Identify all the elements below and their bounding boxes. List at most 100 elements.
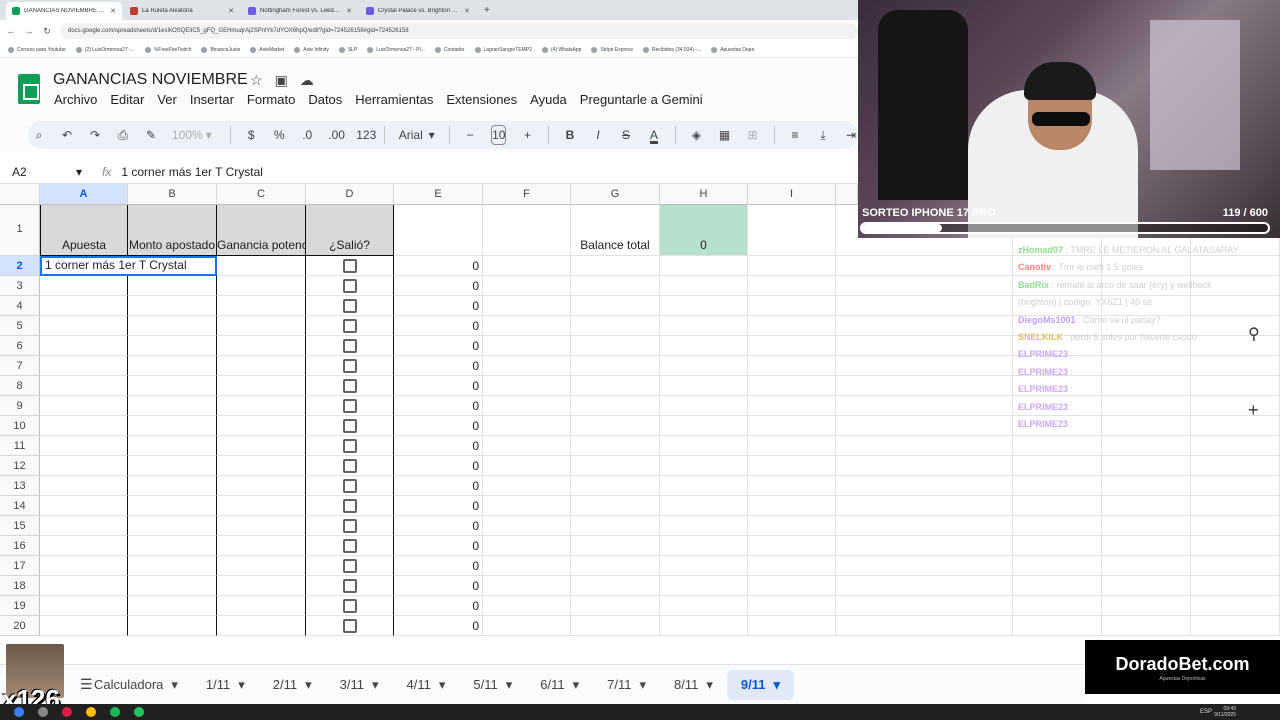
grid-cell[interactable] <box>306 276 394 296</box>
grid-cell[interactable] <box>1013 596 1102 616</box>
maps-icon[interactable]: ⚲ <box>1248 324 1260 344</box>
grid-cell[interactable]: 0 <box>394 376 483 396</box>
grid-cell[interactable] <box>571 336 660 356</box>
grid-cell[interactable] <box>1013 436 1102 456</box>
grid-cell[interactable] <box>40 376 128 396</box>
grid-cell[interactable] <box>306 316 394 336</box>
grid-cell[interactable]: Balance total <box>571 205 660 256</box>
grid-cell[interactable] <box>748 205 836 256</box>
sheet-tab[interactable]: Calculadora ▾ <box>80 670 192 700</box>
chat-username[interactable]: ELPRIME23 <box>1018 419 1068 429</box>
grid-cell[interactable] <box>748 376 836 396</box>
grid-cell[interactable] <box>836 576 1013 596</box>
grid-cell[interactable] <box>1013 556 1102 576</box>
checkbox[interactable] <box>343 459 357 473</box>
grid-cell[interactable] <box>217 456 306 476</box>
grid-cell[interactable] <box>660 476 748 496</box>
grid-cell[interactable] <box>217 416 306 436</box>
grid-cell[interactable] <box>836 316 1013 336</box>
search-icon[interactable]: ⌕ <box>32 128 46 143</box>
row-header[interactable]: 20 <box>0 616 40 636</box>
chevron-down-icon[interactable]: ▾ <box>305 677 312 693</box>
redo-icon[interactable]: ↷ <box>88 128 102 142</box>
browser-tab[interactable]: La Ruleta Aleatoria ✕ <box>124 2 240 20</box>
grid-cell[interactable]: 0 <box>394 416 483 436</box>
grid-cell[interactable] <box>660 256 748 276</box>
back-icon[interactable]: ← <box>6 26 16 36</box>
grid-cell[interactable] <box>128 416 217 436</box>
grid-cell[interactable] <box>1190 576 1280 596</box>
grid-cell[interactable] <box>217 256 306 276</box>
chat-username[interactable]: ELPRIME23 <box>1018 349 1068 359</box>
system-clock[interactable]: 09:49 9/11/2025 <box>1214 706 1236 718</box>
grid-cell[interactable] <box>217 536 306 556</box>
row-header[interactable]: 12 <box>0 456 40 476</box>
checkbox[interactable] <box>343 299 357 313</box>
grid-cell[interactable] <box>40 316 128 336</box>
sheets-logo-icon[interactable] <box>18 74 40 104</box>
grid-cell[interactable] <box>660 376 748 396</box>
grid-cell[interactable] <box>748 496 836 516</box>
grid-cell[interactable] <box>483 436 571 456</box>
grid-cell[interactable] <box>1013 576 1102 596</box>
grid-cell[interactable] <box>748 436 836 456</box>
strikethrough-button[interactable]: S <box>619 128 633 142</box>
increase-font-size-button[interactable]: + <box>520 128 534 142</box>
row-header[interactable]: 9 <box>0 396 40 416</box>
grid-cell[interactable] <box>217 576 306 596</box>
bookmark[interactable]: Apuestas Depo <box>711 46 754 53</box>
grid-cell[interactable]: 0 <box>394 516 483 536</box>
grid-cell[interactable] <box>1190 516 1280 536</box>
menu-item[interactable]: Preguntarle a Gemini <box>580 92 703 107</box>
add-icon[interactable]: + <box>1248 400 1259 421</box>
grid-cell[interactable] <box>1013 476 1102 496</box>
checkbox[interactable] <box>343 599 357 613</box>
grid-cell[interactable] <box>1013 456 1102 476</box>
browser-tab[interactable]: Nottingham Forest vs. Leeds U ✕ <box>242 2 358 20</box>
sheet-tab[interactable]: 9/11 ▾ <box>726 669 795 700</box>
windows-start-icon[interactable] <box>14 707 24 717</box>
grid-cell[interactable] <box>128 456 217 476</box>
checkbox[interactable] <box>343 439 357 453</box>
grid-cell[interactable] <box>836 256 1013 276</box>
checkbox[interactable] <box>343 619 357 633</box>
chevron-down-icon[interactable]: ▾ <box>506 677 513 693</box>
grid-cell[interactable] <box>836 596 1013 616</box>
grid-cell[interactable] <box>217 596 306 616</box>
checkbox[interactable] <box>343 479 357 493</box>
chat-username[interactable]: SNELKILK <box>1018 332 1063 342</box>
bookmark[interactable]: AxieMarket <box>250 46 284 53</box>
sheet-tab[interactable]: 1/11 ▾ <box>192 670 259 700</box>
chat-username[interactable]: ELPRIME23 <box>1018 402 1068 412</box>
grid-cell[interactable] <box>128 516 217 536</box>
grid-cell[interactable]: Ganancia potencial/Valor de cashout <box>217 205 306 256</box>
row-header[interactable]: 18 <box>0 576 40 596</box>
grid-cell[interactable] <box>483 205 571 256</box>
menu-item[interactable]: Ver <box>157 92 177 107</box>
grid-cell[interactable] <box>217 616 306 636</box>
grid-cell[interactable] <box>40 436 128 456</box>
grid-cell[interactable] <box>836 616 1013 636</box>
grid-cell[interactable] <box>748 476 836 496</box>
grid-cell[interactable] <box>1190 496 1280 516</box>
grid-cell[interactable] <box>836 416 1013 436</box>
bookmark[interactable]: LuisOrmenoa27 - Pl... <box>367 46 425 53</box>
borders-icon[interactable]: ▦ <box>718 128 732 142</box>
grid-cell[interactable] <box>217 396 306 416</box>
grid-cell[interactable]: 0 <box>394 276 483 296</box>
grid-cell[interactable] <box>1013 496 1102 516</box>
browser-tab[interactable]: Crystal Palace vs. Brighton & H ✕ <box>360 2 476 20</box>
grid-cell[interactable] <box>40 616 128 636</box>
sheet-tab[interactable]: 5/11 ▾ <box>459 670 526 700</box>
grid-cell[interactable] <box>571 436 660 456</box>
grid-cell[interactable] <box>394 205 483 256</box>
row-header[interactable]: 2 <box>0 256 40 276</box>
row-header[interactable]: 15 <box>0 516 40 536</box>
row-header[interactable]: 7 <box>0 356 40 376</box>
column-header-h[interactable]: H <box>660 184 748 205</box>
checkbox[interactable] <box>343 399 357 413</box>
bookmark[interactable]: (4) WhatsApp <box>541 46 581 53</box>
grid-cell[interactable] <box>483 316 571 336</box>
grid-cell[interactable] <box>748 276 836 296</box>
grid-cell[interactable] <box>1013 536 1102 556</box>
